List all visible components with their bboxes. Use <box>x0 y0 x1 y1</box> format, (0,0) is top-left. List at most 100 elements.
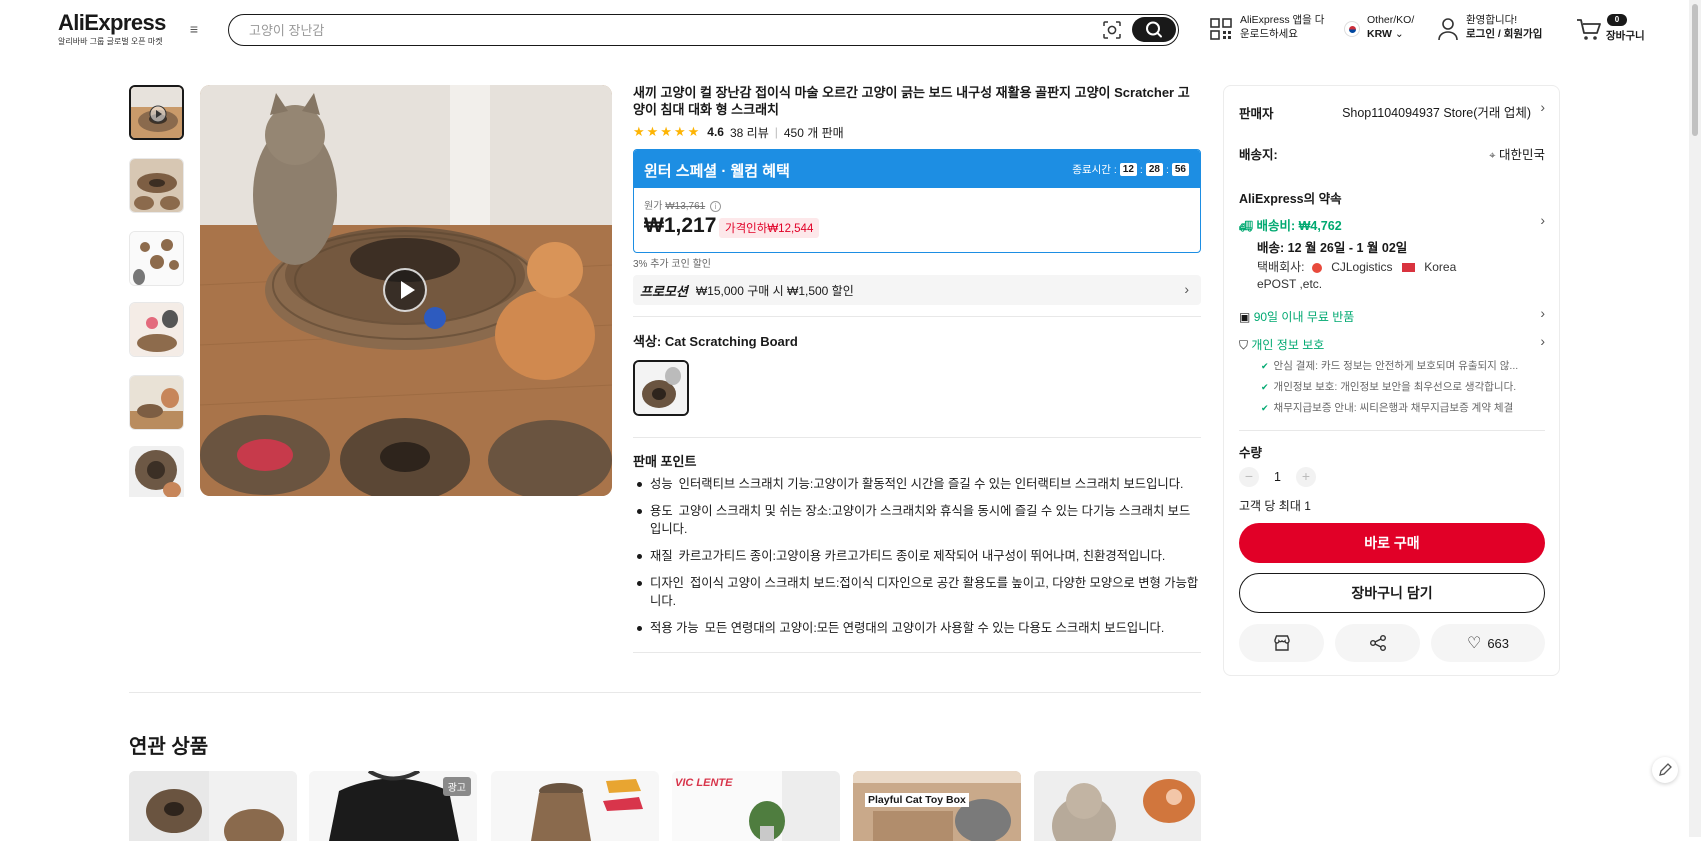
chevron-right-icon: › <box>1540 305 1545 321</box>
epost-logo-icon <box>1401 263 1415 273</box>
privacy-check-item: 채무지급보증 안내: 씨티은행과 채무지급보증 계약 체결 <box>1261 400 1514 415</box>
promotion-label: 프로모션 <box>640 283 688 299</box>
free-returns-row[interactable]: ▣ 90일 이내 무료 반품 <box>1239 308 1354 325</box>
buy-now-button[interactable]: 바로 구매 <box>1239 523 1545 563</box>
related-product-card[interactable]: Playful Cat Toy Box <box>853 771 1021 841</box>
seller-link[interactable]: Shop1104094937 Store(거래 업체) <box>1342 102 1531 121</box>
qr-code-icon[interactable] <box>1210 18 1232 43</box>
product-card-label: Playful Cat Toy Box <box>865 793 969 807</box>
chevron-down-icon: ⌄ <box>1394 28 1404 40</box>
promo-title: 윈터 스페셜 · 웰컴 혜택 <box>644 163 790 180</box>
quantity-label: 수량 <box>1239 446 1263 460</box>
quantity-increase-button[interactable]: + <box>1296 467 1316 487</box>
original-price: 원가 ₩13,761 i <box>644 197 721 212</box>
cart-icon[interactable] <box>1576 18 1602 45</box>
related-product-card[interactable]: VIC LENTE <box>672 771 840 841</box>
share-button[interactable] <box>1335 624 1420 662</box>
chevron-right-icon: › <box>1540 99 1545 115</box>
search-input[interactable] <box>247 21 1067 39</box>
color-swatch-selected[interactable] <box>633 360 689 416</box>
product-thumbnail[interactable] <box>129 158 184 213</box>
quantity-value[interactable]: 1 <box>1274 470 1281 484</box>
logo-subtitle: 알리바바 그룹 글로벌 오픈 마켓 <box>58 37 163 46</box>
ship-to-selector[interactable]: ⌖ 대한민국 <box>1489 144 1545 163</box>
related-product-card[interactable]: 광고 <box>309 771 477 841</box>
edit-feedback-button[interactable] <box>1652 757 1678 783</box>
star-rating-icon: ★★★★★ <box>633 124 702 139</box>
currency-label: KRW <box>1367 28 1392 40</box>
user-icon[interactable] <box>1437 17 1459 44</box>
promise-title: AliExpress의 약속 <box>1239 192 1342 206</box>
related-products-title: 연관 상품 <box>129 736 209 758</box>
product-thumbnail[interactable] <box>129 85 184 140</box>
shield-icon: ⛉ <box>1239 338 1249 352</box>
privacy-check-item: 개인정보 보호: 개인정보 보안을 최우선으로 생각합니다. <box>1261 379 1517 394</box>
coin-discount-note: 3% 추가 코인 할인 <box>633 259 711 270</box>
timer-seconds: 56 <box>1171 163 1189 176</box>
privacy-row[interactable]: ⛉ 개인 정보 보호 <box>1239 336 1324 353</box>
aliexpress-logo[interactable]: AliExpress <box>58 12 166 34</box>
ad-badge: 광고 <box>442 777 471 796</box>
sold-count: 450 개 판매 <box>783 125 844 140</box>
wishlist-count: 663 <box>1487 635 1510 651</box>
shipping-fee-row[interactable]: 🚚︎ 배송비: ₩4,762 <box>1239 215 1342 234</box>
list-item: 용도 고양이 스크래치 및 쉬는 장소:고양이가 스크래치와 휴식을 동시에 즐길… <box>633 502 1201 538</box>
main-product-image[interactable] <box>200 85 612 496</box>
chevron-right-icon: › <box>1540 212 1545 228</box>
pencil-icon <box>1659 763 1672 776</box>
promo-banner: 윈터 스페셜 · 웰컴 혜택 종료시간 : 12: 28: 56 원가 ₩13,… <box>633 149 1201 253</box>
promotion-row[interactable]: 프로모션 ₩15,000 구매 시 ₩1,500 할인 › <box>633 275 1201 305</box>
app-download-link[interactable]: AliExpress 앱을 다 운로드하세요 <box>1240 13 1324 41</box>
hamburger-icon[interactable]: ≡ <box>187 22 201 36</box>
carrier-row: 택배회사: CJLogistics Korea <box>1257 260 1457 274</box>
store-icon <box>1273 635 1290 651</box>
top-header: AliExpress 알리바바 그룹 글로벌 오픈 마켓 ≡ AliExpres… <box>0 0 1701 60</box>
list-item: 적용 가능 모든 연령대의 고양이:모든 연령대의 고양이가 사용할 수 있는 다… <box>633 619 1201 637</box>
divider <box>1239 430 1545 431</box>
product-thumbnail[interactable] <box>129 446 184 497</box>
chevron-right-icon: › <box>1184 281 1189 297</box>
product-thumbnail[interactable] <box>129 375 184 430</box>
divider <box>633 316 1201 317</box>
countdown-timer: 종료시간 : 12: 28: 56 <box>1072 162 1192 177</box>
product-thumbnail[interactable] <box>129 231 184 286</box>
list-item: 성능 인터랙티브 스크래치 기능:고양이가 활동적인 시간을 즐길 수 있는 인터… <box>633 475 1201 493</box>
wishlist-button[interactable]: ♡ 663 <box>1431 624 1545 662</box>
related-product-card[interactable] <box>1034 771 1201 841</box>
korea-flag-icon <box>1344 21 1360 37</box>
current-price: ₩1,217 <box>644 214 717 237</box>
selling-points-title: 판매 포인트 <box>633 454 697 469</box>
cj-logo-icon <box>1311 262 1322 273</box>
play-video-button[interactable] <box>383 268 427 312</box>
cart-label[interactable]: 장바구니 <box>1606 29 1645 43</box>
scrollbar-thumb[interactable] <box>1692 4 1698 136</box>
list-item: 디자인 접이식 고양이 스크래치 보드:접이식 디자인으로 공간 활용도를 높이고… <box>633 574 1201 610</box>
heart-icon: ♡ <box>1466 635 1482 652</box>
add-to-cart-button[interactable]: 장바구니 담기 <box>1239 573 1545 613</box>
product-title: 새끼 고양이 컬 장난감 접이식 마술 오르간 고양이 긁는 보드 내구성 재활… <box>633 85 1190 117</box>
review-count[interactable]: 38 리뷰 <box>730 124 769 141</box>
info-icon[interactable]: i <box>710 201 721 212</box>
search-bar <box>228 14 1179 46</box>
image-search-icon[interactable] <box>1101 19 1123 41</box>
promotion-text: ₩15,000 구매 시 ₩1,500 할인 <box>695 283 854 298</box>
related-product-card[interactable] <box>129 771 297 841</box>
cart-count-badge: 0 <box>1607 14 1627 26</box>
store-button[interactable] <box>1239 624 1324 662</box>
product-thumbnail[interactable] <box>129 302 184 357</box>
page-scrollbar[interactable] <box>1689 0 1701 837</box>
rating-value: 4.6 <box>707 125 724 139</box>
color-value: Cat Scratching Board <box>664 334 798 349</box>
locale-selector[interactable]: Other/KO/ KRW ⌄ <box>1367 13 1414 41</box>
divider <box>633 437 1201 438</box>
account-link[interactable]: 환영합니다! 로그인 / 회원가입 <box>1466 13 1542 41</box>
selling-points-list: 성능 인터랙티브 스크래치 기능:고양이가 활동적인 시간을 즐길 수 있는 인터… <box>633 475 1201 646</box>
promo-header: 윈터 스페셜 · 웰컴 혜택 종료시간 : 12: 28: 56 <box>634 150 1200 188</box>
separator: | <box>774 125 778 139</box>
list-item: 재질 카르고가티드 종이:고양이용 카르고가티드 종이로 제작되어 내구성이 뛰어… <box>633 547 1201 565</box>
return-box-icon: ▣ <box>1239 310 1251 324</box>
search-button[interactable] <box>1132 17 1176 42</box>
brand-label: VIC LENTE <box>675 777 733 789</box>
quantity-decrease-button[interactable]: − <box>1239 467 1259 487</box>
related-product-card[interactable] <box>491 771 659 841</box>
